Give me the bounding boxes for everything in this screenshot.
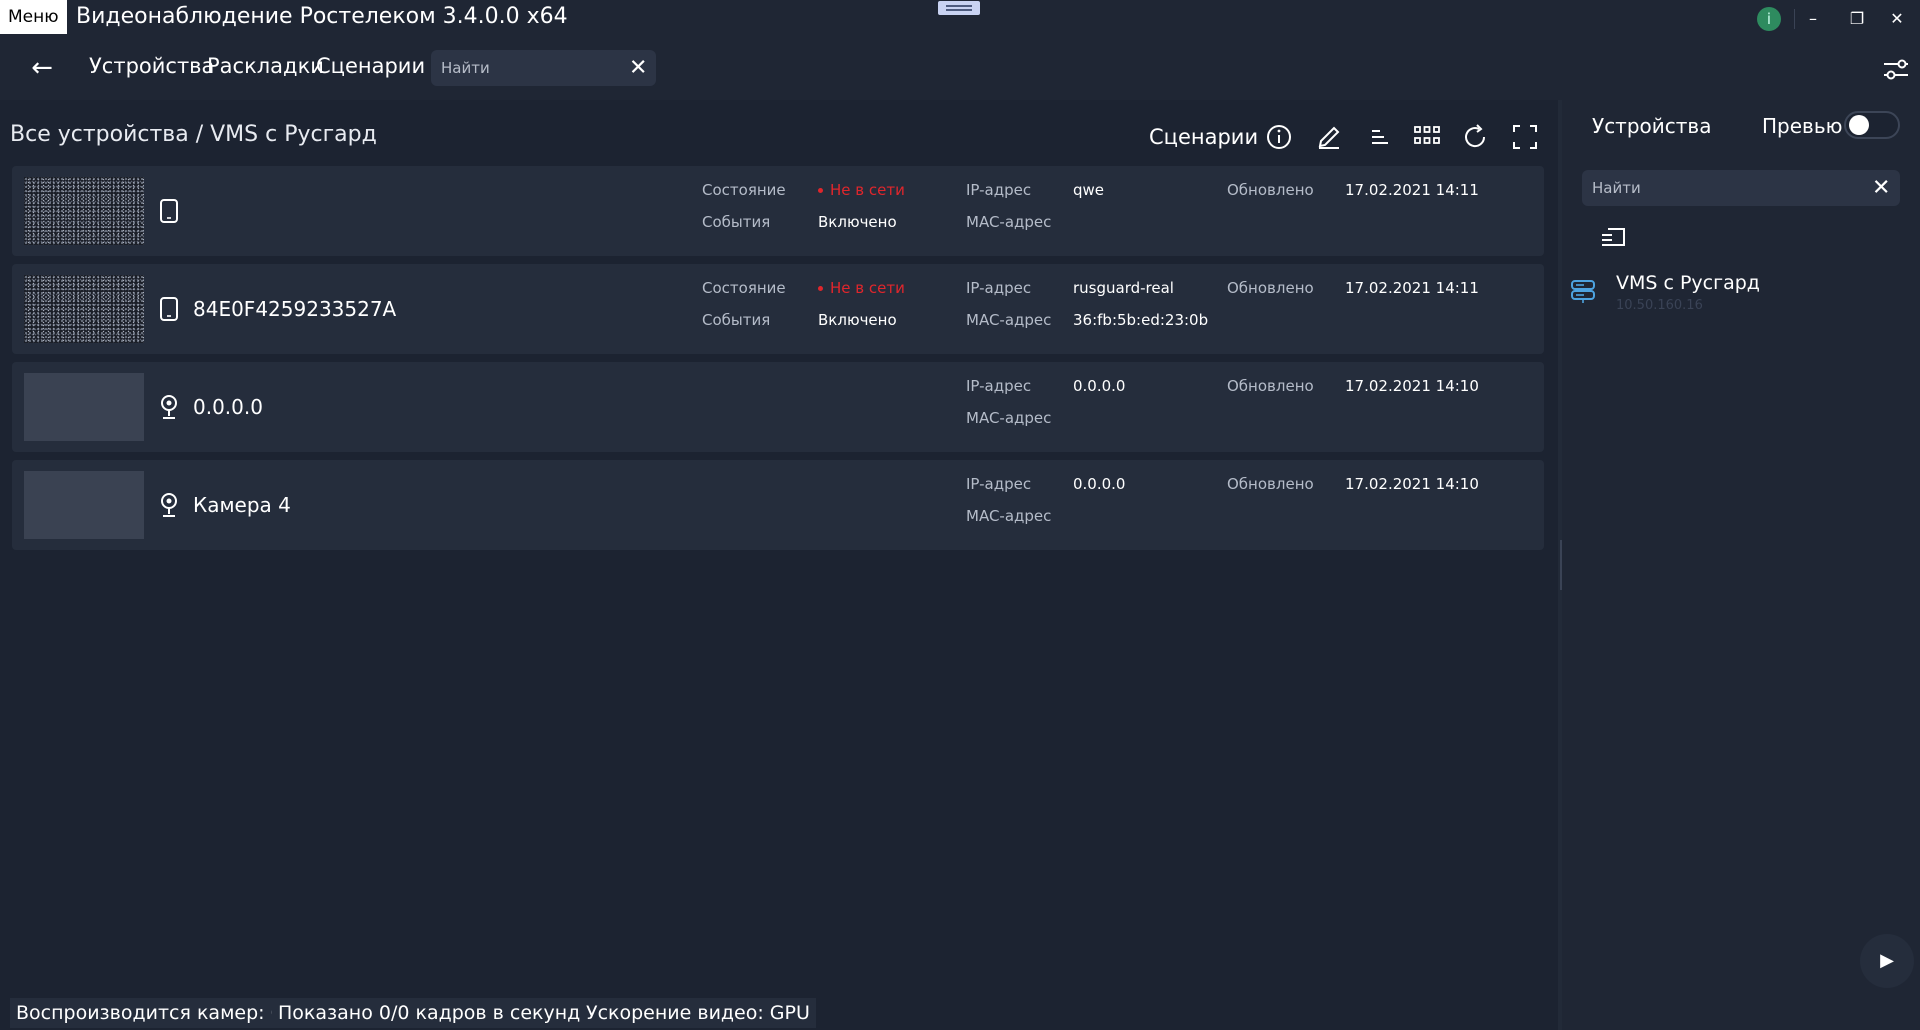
edit-icon[interactable] (1312, 120, 1346, 154)
mac-label: MAC-адрес (966, 311, 1052, 329)
restore-button[interactable]: ❐ (1842, 4, 1872, 34)
filter-settings-icon[interactable] (1882, 56, 1910, 84)
toggle-knob (1849, 115, 1869, 135)
breadcrumb[interactable]: Все устройства / VMS с Русгард (10, 122, 377, 147)
updated-value: 17.02.2021 14:11 (1345, 181, 1479, 199)
events-label: События (702, 311, 771, 329)
main-area: Все устройства / VMS с Русгард Сценарии (0, 100, 1558, 1030)
ip-label: IP-адрес (966, 181, 1032, 199)
updated-value: 17.02.2021 14:10 (1345, 377, 1479, 395)
ip-label: IP-адрес (966, 279, 1032, 297)
mac-value: 36:fb:5b:ed:23:0b (1073, 311, 1209, 329)
updated-label: Обновлено (1227, 377, 1314, 395)
clear-search-icon[interactable]: ✕ (1872, 176, 1890, 201)
status-cameras: Воспроизводится камер: 0 (10, 998, 289, 1028)
back-arrow-icon[interactable]: ← (26, 52, 58, 84)
tab-layouts[interactable]: Раскладки (207, 54, 324, 78)
webcam-icon (161, 493, 177, 517)
status-fps: Показано 0/0 кадров в секунду (272, 998, 598, 1028)
ip-value: rusguard-real (1073, 279, 1174, 297)
updated-value: 17.02.2021 14:11 (1345, 279, 1479, 297)
ip-label: IP-адрес (966, 377, 1032, 395)
state-value: Не в сети (818, 181, 905, 199)
search-input[interactable] (441, 50, 621, 86)
refresh-icon[interactable] (1458, 120, 1492, 154)
app-title: Видеонаблюдение Ростелеком 3.4.0.0 x64 (76, 4, 568, 29)
state-label: Состояние (702, 279, 786, 297)
offline-dot (818, 286, 823, 291)
title-bar: Меню Видеонаблюдение Ростелеком 3.4.0.0 … (0, 0, 1920, 36)
ip-value: 0.0.0.0 (1073, 475, 1126, 493)
devices-panel: Устройства Превью ✕ VMS с Русгард 10.50.… (1562, 100, 1920, 1030)
events-value: Включено (818, 213, 897, 231)
minimize-button[interactable]: – (1798, 4, 1828, 34)
tablet-icon (160, 199, 178, 223)
state-label: Состояние (702, 181, 786, 199)
scenarios-button[interactable]: Сценарии (1149, 120, 1258, 154)
ip-value: qwe (1073, 181, 1105, 199)
state-text: Не в сети (830, 279, 905, 297)
device-thumbnail (24, 471, 144, 539)
scenarios-label: Сценарии (1149, 125, 1259, 149)
mac-label: MAC-адрес (966, 409, 1052, 427)
offline-dot (818, 188, 823, 193)
state-text: Не в сети (830, 181, 905, 199)
webcam-icon (161, 395, 177, 419)
device-row[interactable]: Камера 4 IP-адрес 0.0.0.0 MAC-адрес Обно… (12, 460, 1544, 550)
device-name: 84E0F4259233527A (193, 297, 397, 321)
device-row[interactable]: Состояние Не в сети События Включено IP-… (12, 166, 1544, 256)
tree-view-icon[interactable] (1600, 224, 1628, 250)
updated-label: Обновлено (1227, 181, 1314, 199)
device-row[interactable]: 84E0F4259233527A Состояние Не в сети Соб… (12, 264, 1544, 354)
device-thumbnail (24, 373, 144, 441)
updated-value: 17.02.2021 14:10 (1345, 475, 1479, 493)
events-value: Включено (818, 311, 897, 329)
mac-label: MAC-адрес (966, 213, 1052, 231)
preview-toggle[interactable] (1844, 111, 1900, 139)
device-thumbnail (24, 275, 144, 343)
divider (1794, 9, 1795, 29)
menu-button[interactable]: Меню (0, 0, 67, 34)
panel-search-field: ✕ (1582, 170, 1900, 206)
panel-title: Устройства (1592, 114, 1712, 138)
updated-label: Обновлено (1227, 475, 1314, 493)
status-accel: Ускорение видео: GPU (580, 998, 816, 1028)
tab-scenarios[interactable]: Сценарии (316, 54, 425, 78)
close-button[interactable]: ✕ (1882, 4, 1912, 34)
info-icon[interactable] (1262, 120, 1296, 154)
grid-icon[interactable] (1410, 120, 1444, 154)
ip-label: IP-адрес (966, 475, 1032, 493)
events-label: События (702, 213, 771, 231)
tablet-icon (160, 297, 178, 321)
clear-search-icon[interactable]: ✕ (629, 56, 647, 81)
device-name: Камера 4 (193, 493, 291, 517)
device-name: 0.0.0.0 (193, 395, 263, 419)
vms-item-name[interactable]: VMS с Русгард (1616, 272, 1760, 294)
drag-handle-icon[interactable] (938, 1, 980, 15)
device-thumbnail (24, 177, 144, 245)
play-button[interactable]: ▶ (1860, 934, 1914, 988)
mac-label: MAC-адрес (966, 507, 1052, 525)
ip-value: 0.0.0.0 (1073, 377, 1126, 395)
vms-item-address: 10.50.160.16 (1616, 298, 1703, 313)
preview-label: Превью (1762, 114, 1843, 138)
panel-search-input[interactable] (1592, 170, 1847, 206)
updated-label: Обновлено (1227, 279, 1314, 297)
tab-devices[interactable]: Устройства (89, 54, 214, 78)
device-row[interactable]: 0.0.0.0 IP-адрес 0.0.0.0 MAC-адрес Обнов… (12, 362, 1544, 452)
server-icon (1571, 280, 1595, 303)
search-field: ✕ (431, 50, 656, 86)
fullscreen-icon[interactable] (1508, 120, 1542, 154)
info-icon[interactable]: i (1757, 7, 1781, 31)
sort-icon[interactable] (1362, 120, 1396, 154)
state-value: Не в сети (818, 279, 905, 297)
nav-bar: ← Устройства Раскладки Сценарии ✕ (0, 36, 1920, 100)
